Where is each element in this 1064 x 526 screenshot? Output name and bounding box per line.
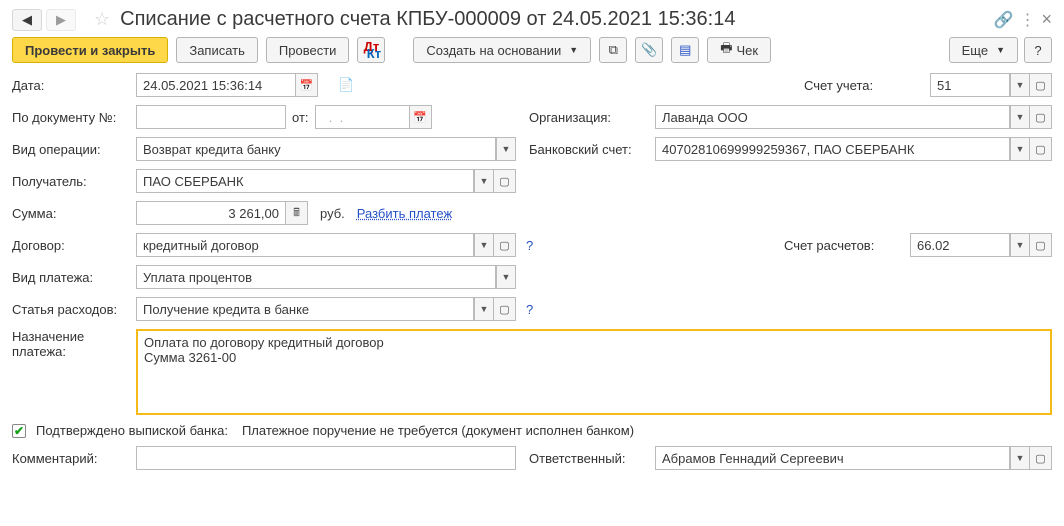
bank-acc-open-icon[interactable]: ▢ [1030, 137, 1052, 161]
link-icon[interactable]: 🔗 [994, 10, 1014, 30]
calc-acc-open-icon[interactable]: ▢ [1030, 233, 1052, 257]
contract-help-icon[interactable]: ? [526, 238, 533, 253]
printer-icon: 🖶 [720, 39, 732, 61]
org-label: Организация: [529, 110, 611, 125]
save-button[interactable]: Записать [176, 37, 258, 63]
confirmed-label: Подтверждено выпиской банка: [36, 423, 228, 438]
close-icon[interactable]: × [1041, 9, 1052, 30]
cheque-label: Чек [737, 43, 759, 58]
favorite-star-icon[interactable]: ☆ [94, 9, 110, 30]
contract-dropdown-icon[interactable]: ▼ [474, 233, 494, 257]
pay-type-label: Вид платежа: [12, 270, 93, 285]
page-title: Списание с расчетного счета КПБУ-000009 … [120, 8, 735, 31]
post-button[interactable]: Провести [266, 37, 350, 63]
purpose-label: Назначение платежа: [12, 329, 84, 359]
responsible-input[interactable] [655, 446, 1010, 470]
expense-open-icon[interactable]: ▢ [494, 297, 516, 321]
amount-label: Сумма: [12, 206, 56, 221]
attach-button[interactable]: 📎 [635, 37, 663, 63]
bank-acc-dropdown-icon[interactable]: ▼ [1010, 137, 1030, 161]
op-type-label: Вид операции: [12, 142, 101, 157]
doc-no-input[interactable] [136, 105, 286, 129]
calc-acc-input[interactable] [910, 233, 1010, 257]
calc-acc-label: Счет расчетов: [784, 238, 874, 253]
calculator-icon[interactable]: 🖩 [286, 201, 308, 225]
calendar-icon[interactable]: 📅 [296, 73, 318, 97]
responsible-label: Ответственный: [529, 451, 625, 466]
help-button[interactable]: ? [1024, 37, 1052, 63]
date-label: Дата: [12, 78, 44, 93]
date-input[interactable] [136, 73, 296, 97]
doc-no-label: По документу №: [12, 110, 116, 125]
structure-button[interactable]: ⧉ [599, 37, 627, 63]
comment-label: Комментарий: [12, 451, 98, 466]
contract-open-icon[interactable]: ▢ [494, 233, 516, 257]
expense-label: Статья расходов: [12, 302, 117, 317]
chevron-down-icon: ▼ [996, 45, 1005, 55]
expense-help-icon[interactable]: ? [526, 302, 533, 317]
from-date-input[interactable] [315, 105, 410, 129]
bank-acc-label: Банковский счет: [529, 142, 632, 157]
recipient-open-icon[interactable]: ▢ [494, 169, 516, 193]
nav-forward-button[interactable]: ▶ [46, 9, 76, 31]
amount-unit: руб. [320, 206, 345, 221]
list-button[interactable]: ▤ [671, 37, 699, 63]
more-label: Еще [962, 43, 988, 58]
recipient-input[interactable] [136, 169, 474, 193]
bank-acc-input[interactable] [655, 137, 1010, 161]
account-dropdown-icon[interactable]: ▼ [1010, 73, 1030, 97]
from-label: от: [292, 110, 309, 125]
expense-input[interactable] [136, 297, 474, 321]
purpose-textarea[interactable] [136, 329, 1052, 415]
toolbar: Провести и закрыть Записать Провести ДтК… [12, 37, 1052, 63]
account-label: Счет учета: [804, 78, 873, 93]
account-input[interactable] [930, 73, 1010, 97]
responsible-open-icon[interactable]: ▢ [1030, 446, 1052, 470]
recipient-label: Получатель: [12, 174, 87, 189]
post-and-close-button[interactable]: Провести и закрыть [12, 37, 168, 63]
from-calendar-icon[interactable]: 📅 [410, 105, 432, 129]
recipient-dropdown-icon[interactable]: ▼ [474, 169, 494, 193]
comment-input[interactable] [136, 446, 516, 470]
create-based-label: Создать на основании [426, 43, 561, 58]
nav-back-button[interactable]: ◀ [12, 9, 42, 31]
op-type-dropdown-icon[interactable]: ▼ [496, 137, 516, 161]
pay-type-dropdown-icon[interactable]: ▼ [496, 265, 516, 289]
op-type-input[interactable] [136, 137, 496, 161]
create-based-button[interactable]: Создать на основании ▼ [413, 37, 591, 63]
org-dropdown-icon[interactable]: ▼ [1010, 105, 1030, 129]
split-payment-link[interactable]: Разбить платеж [357, 206, 452, 221]
more-button[interactable]: Еще ▼ [949, 37, 1018, 63]
account-open-icon[interactable]: ▢ [1030, 73, 1052, 97]
pay-type-input[interactable] [136, 265, 496, 289]
responsible-dropdown-icon[interactable]: ▼ [1010, 446, 1030, 470]
contract-input[interactable] [136, 233, 474, 257]
org-input[interactable] [655, 105, 1010, 129]
cheque-button[interactable]: 🖶 Чек [707, 37, 771, 63]
dk-icon: ДтКт [362, 43, 381, 57]
chevron-down-icon: ▼ [569, 45, 578, 55]
confirmed-checkbox[interactable] [12, 424, 26, 438]
org-open-icon[interactable]: ▢ [1030, 105, 1052, 129]
dk-movements-button[interactable]: ДтКт [357, 37, 385, 63]
amount-input[interactable] [136, 201, 286, 225]
contract-label: Договор: [12, 238, 65, 253]
report-icon[interactable]: 📄 [338, 77, 354, 93]
kebab-menu-icon[interactable]: ⋮ [1019, 10, 1035, 30]
calc-acc-dropdown-icon[interactable]: ▼ [1010, 233, 1030, 257]
expense-dropdown-icon[interactable]: ▼ [474, 297, 494, 321]
confirmed-text: Платежное поручение не требуется (докуме… [242, 423, 634, 438]
